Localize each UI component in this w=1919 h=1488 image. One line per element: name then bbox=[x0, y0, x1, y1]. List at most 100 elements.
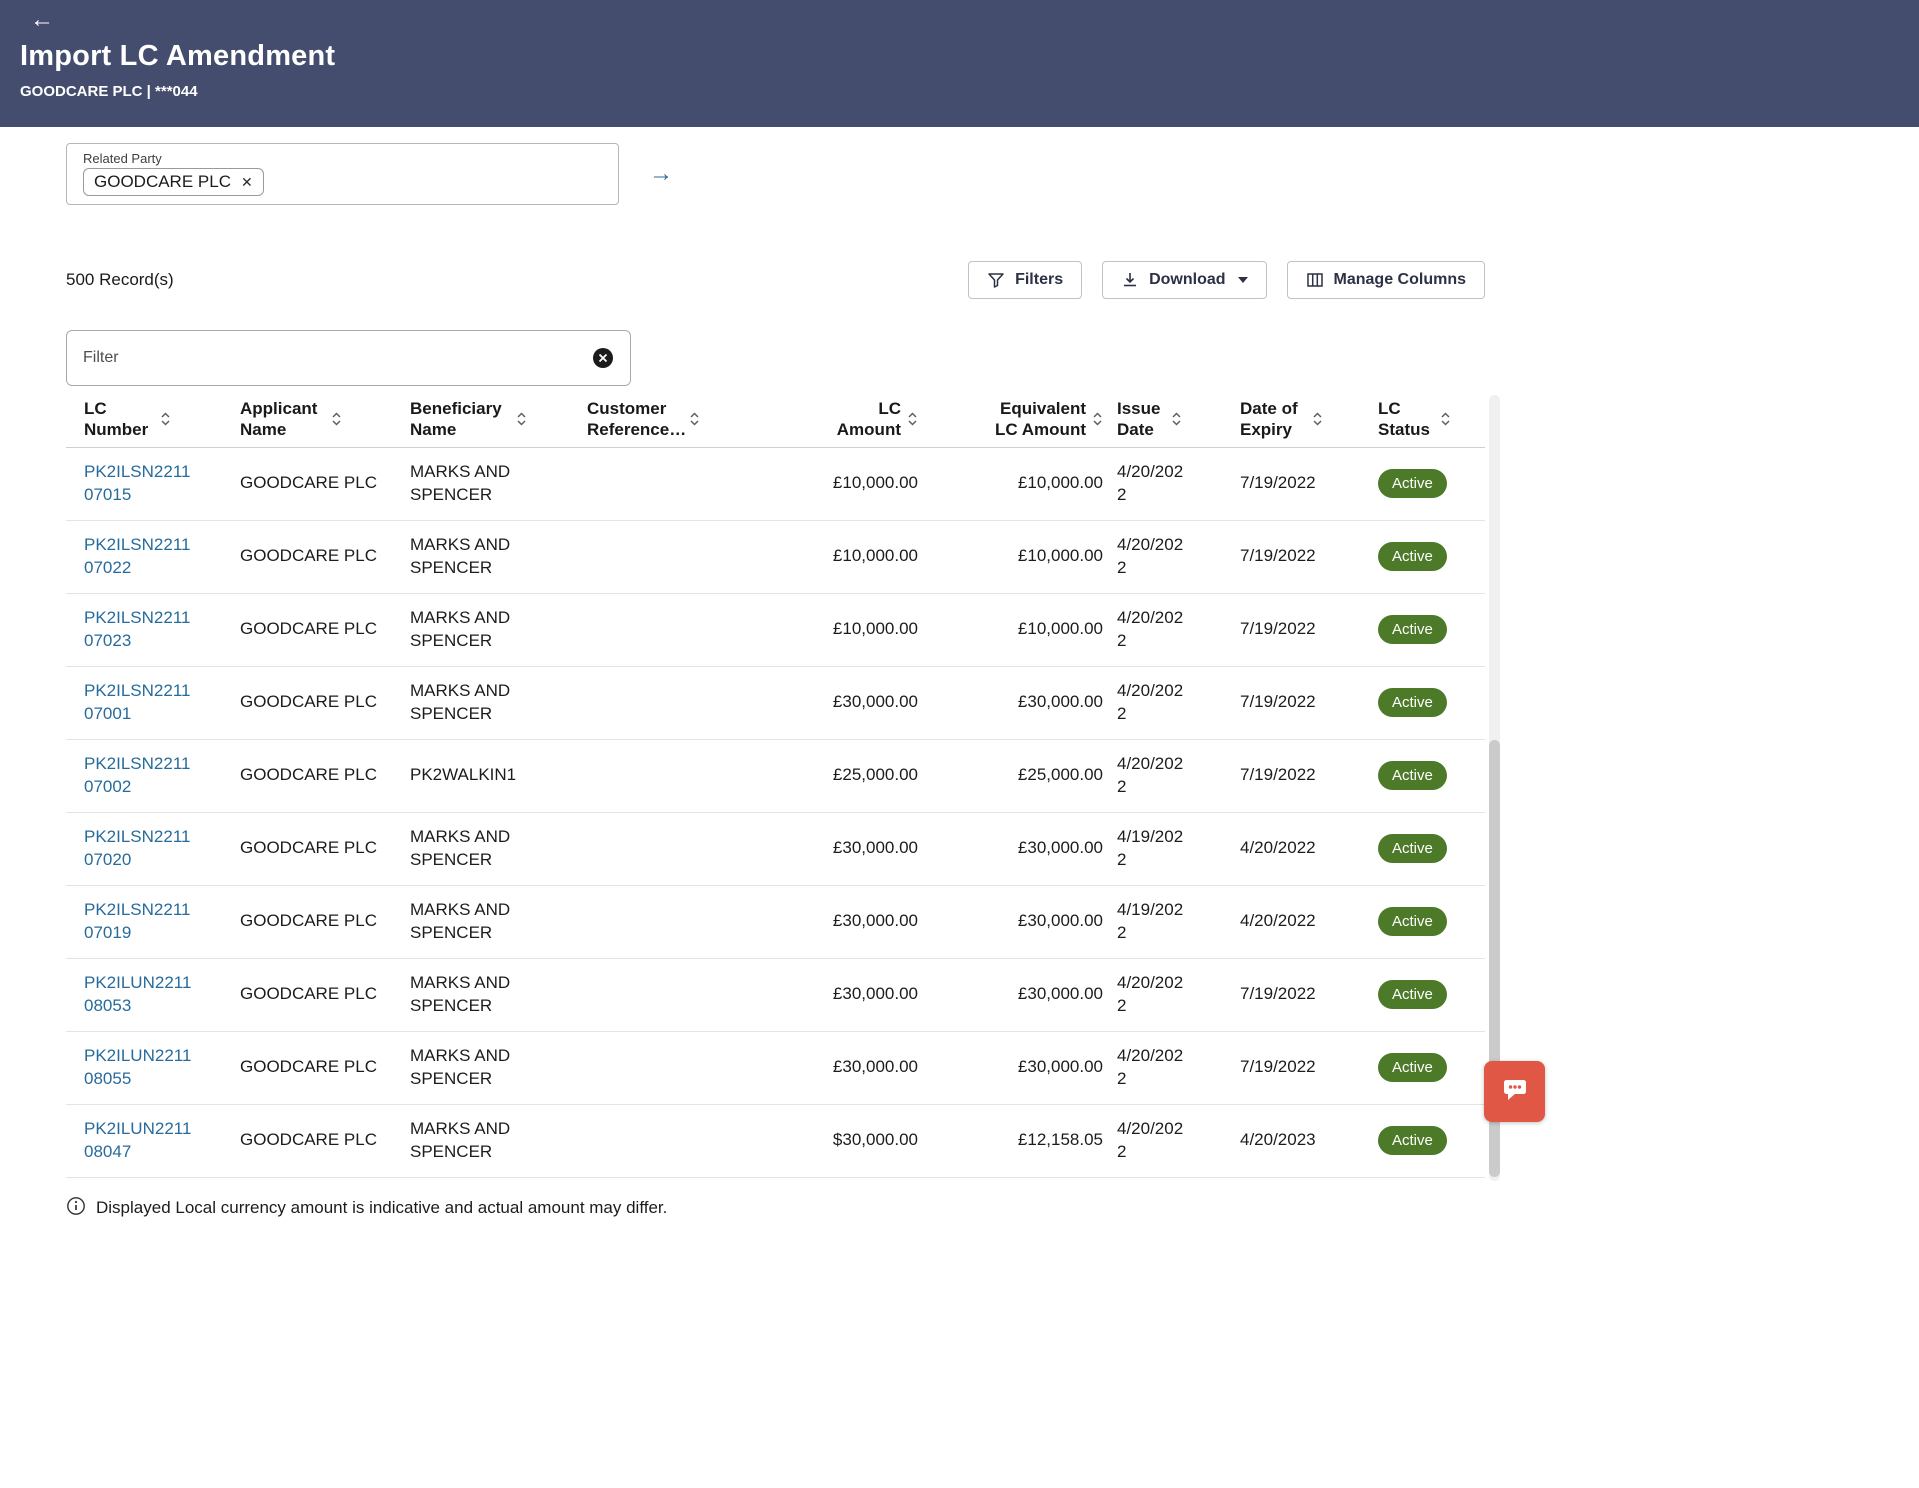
lc-status-cell: Active bbox=[1365, 899, 1485, 945]
column-header-beneficiary-name[interactable]: Beneficiary Name bbox=[400, 392, 577, 447]
lc-number-link[interactable]: PK2ILUN221108055 bbox=[84, 1045, 198, 1089]
column-label: Issue Date bbox=[1117, 398, 1165, 441]
date-of-expiry-cell: 7/19/2022 bbox=[1225, 610, 1365, 648]
issue-date-cell: 4/19/2022 bbox=[1117, 891, 1225, 951]
lc-amount-cell: $30,000.00 bbox=[817, 1121, 932, 1159]
filters-button-label: Filters bbox=[1015, 271, 1063, 289]
equivalent-lc-amount-cell: £30,000.00 bbox=[932, 975, 1117, 1013]
customer-reference-cell bbox=[577, 549, 817, 565]
lc-number-link[interactable]: PK2ILSN221107001 bbox=[84, 680, 198, 724]
column-header-lc-status[interactable]: LC Status bbox=[1365, 392, 1485, 447]
beneficiary-name-cell: MARKS AND SPENCER bbox=[400, 453, 577, 513]
beneficiary-name-cell: MARKS AND SPENCER bbox=[400, 964, 577, 1024]
customer-reference-cell bbox=[577, 1133, 817, 1149]
equivalent-lc-amount-cell: £10,000.00 bbox=[932, 610, 1117, 648]
equivalent-lc-amount-cell: £30,000.00 bbox=[932, 1048, 1117, 1086]
date-of-expiry-cell: 7/19/2022 bbox=[1225, 756, 1365, 794]
chat-bubble-icon bbox=[1499, 1073, 1531, 1110]
applicant-name-cell: GOODCARE PLC bbox=[230, 829, 400, 867]
sort-icon bbox=[516, 411, 527, 427]
table-row: PK2ILUN221108053 GOODCARE PLC MARKS AND … bbox=[66, 959, 1485, 1032]
lc-status-cell: Active bbox=[1365, 461, 1485, 507]
date-of-expiry-cell: 7/19/2022 bbox=[1225, 1048, 1365, 1086]
lc-number-link[interactable]: PK2ILSN221107022 bbox=[84, 534, 198, 578]
lc-status-badge: Active bbox=[1378, 834, 1447, 864]
applicant-name-cell: GOODCARE PLC bbox=[230, 537, 400, 575]
lc-number-cell: PK2ILUN221108053 bbox=[66, 964, 230, 1024]
lc-number-link[interactable]: PK2ILUN221108047 bbox=[84, 1118, 198, 1162]
column-header-lc-number[interactable]: LC Number bbox=[66, 392, 230, 447]
beneficiary-name-cell: MARKS AND SPENCER bbox=[400, 526, 577, 586]
applicant-name-cell: GOODCARE PLC bbox=[230, 683, 400, 721]
lc-number-cell: PK2ILUN221108055 bbox=[66, 1037, 230, 1097]
back-icon[interactable]: ← bbox=[30, 8, 54, 32]
beneficiary-name-cell: MARKS AND SPENCER bbox=[400, 672, 577, 732]
manage-columns-button[interactable]: Manage Columns bbox=[1287, 261, 1485, 299]
lc-number-link[interactable]: PK2ILSN221107002 bbox=[84, 753, 198, 797]
lc-status-cell: Active bbox=[1365, 753, 1485, 799]
lc-table: LC Number Applicant Name Beneficiary Nam… bbox=[66, 392, 1485, 1178]
column-label: LC Number bbox=[84, 398, 154, 441]
lc-status-cell: Active bbox=[1365, 1118, 1485, 1164]
equivalent-lc-amount-cell: £10,000.00 bbox=[932, 464, 1117, 502]
date-of-expiry-cell: 7/19/2022 bbox=[1225, 683, 1365, 721]
lc-status-badge: Active bbox=[1378, 907, 1447, 937]
column-header-applicant-name[interactable]: Applicant Name bbox=[230, 392, 400, 447]
lc-status-cell: Active bbox=[1365, 826, 1485, 872]
column-header-issue-date[interactable]: Issue Date bbox=[1117, 392, 1225, 447]
download-button[interactable]: Download bbox=[1102, 261, 1266, 299]
equivalent-lc-amount-cell: £25,000.00 bbox=[932, 756, 1117, 794]
customer-reference-cell bbox=[577, 476, 817, 492]
table-row: PK2ILSN221107023 GOODCARE PLC MARKS AND … bbox=[66, 594, 1485, 667]
issue-date-cell: 4/20/2022 bbox=[1117, 1037, 1225, 1097]
customer-reference-cell bbox=[577, 914, 817, 930]
table-filter-field[interactable] bbox=[66, 330, 631, 386]
lc-status-badge: Active bbox=[1378, 688, 1447, 718]
chip-remove-icon[interactable]: ✕ bbox=[241, 175, 253, 189]
lc-status-cell: Active bbox=[1365, 607, 1485, 653]
lc-amount-cell: £10,000.00 bbox=[817, 537, 932, 575]
column-label: Date of Expiry bbox=[1240, 398, 1306, 441]
column-header-lc-amount[interactable]: LC Amount bbox=[817, 392, 932, 447]
table-header-row: LC Number Applicant Name Beneficiary Nam… bbox=[66, 392, 1485, 448]
issue-date-cell: 4/20/2022 bbox=[1117, 526, 1225, 586]
beneficiary-name-cell: MARKS AND SPENCER bbox=[400, 818, 577, 878]
apply-arrow-icon[interactable]: → bbox=[649, 162, 673, 186]
page-subtitle: GOODCARE PLC | ***044 bbox=[20, 83, 1919, 100]
column-header-equivalent-lc-amount[interactable]: Equivalent LC Amount bbox=[932, 392, 1117, 447]
customer-reference-cell bbox=[577, 768, 817, 784]
lc-amount-cell: £30,000.00 bbox=[817, 975, 932, 1013]
lc-status-cell: Active bbox=[1365, 972, 1485, 1018]
column-header-customer-reference[interactable]: Customer Reference… bbox=[577, 392, 817, 447]
lc-amount-cell: £30,000.00 bbox=[817, 1048, 932, 1086]
related-party-chip-label: GOODCARE PLC bbox=[94, 172, 231, 192]
lc-number-link[interactable]: PK2ILUN221108053 bbox=[84, 972, 198, 1016]
lc-number-cell: PK2ILSN221107019 bbox=[66, 891, 230, 951]
table-row: PK2ILSN221107022 GOODCARE PLC MARKS AND … bbox=[66, 521, 1485, 594]
chat-widget-button[interactable] bbox=[1484, 1061, 1545, 1122]
lc-number-cell: PK2ILSN221107022 bbox=[66, 526, 230, 586]
lc-number-cell: PK2ILUN221108047 bbox=[66, 1110, 230, 1170]
customer-reference-cell bbox=[577, 1060, 817, 1076]
filters-button[interactable]: Filters bbox=[968, 261, 1082, 299]
lc-number-link[interactable]: PK2ILSN221107015 bbox=[84, 461, 198, 505]
column-label: Applicant Name bbox=[240, 398, 325, 441]
lc-status-cell: Active bbox=[1365, 534, 1485, 580]
lc-status-badge: Active bbox=[1378, 542, 1447, 572]
equivalent-lc-amount-cell: £12,158.05 bbox=[932, 1121, 1117, 1159]
date-of-expiry-cell: 7/19/2022 bbox=[1225, 537, 1365, 575]
customer-reference-cell bbox=[577, 841, 817, 857]
filter-input[interactable] bbox=[83, 349, 592, 367]
lc-number-link[interactable]: PK2ILSN221107019 bbox=[84, 899, 198, 943]
lc-number-link[interactable]: PK2ILSN221107020 bbox=[84, 826, 198, 870]
lc-number-link[interactable]: PK2ILSN221107023 bbox=[84, 607, 198, 651]
sort-icon bbox=[1440, 411, 1451, 427]
sort-icon bbox=[1171, 411, 1182, 427]
clear-filter-icon[interactable] bbox=[592, 347, 614, 369]
page-title: Import LC Amendment bbox=[20, 40, 1919, 73]
column-header-date-of-expiry[interactable]: Date of Expiry bbox=[1225, 392, 1365, 447]
column-label: Beneficiary Name bbox=[410, 398, 510, 441]
related-party-field[interactable]: Related Party GOODCARE PLC ✕ bbox=[66, 143, 619, 205]
related-party-chip: GOODCARE PLC ✕ bbox=[83, 168, 264, 196]
sort-icon bbox=[689, 411, 700, 427]
